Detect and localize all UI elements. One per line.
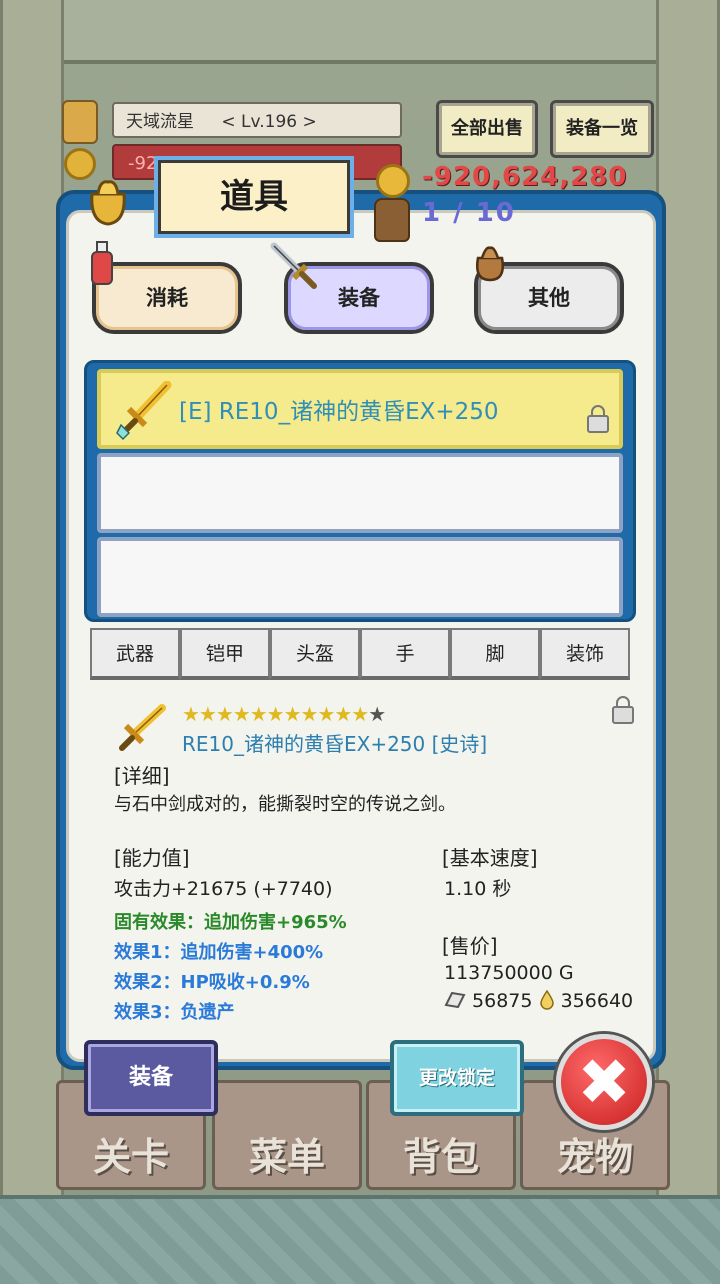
- speed-header: [基本速度]: [442, 846, 538, 870]
- nav-menu-label: 菜单: [248, 1135, 325, 1179]
- pouch-icon: [476, 246, 504, 282]
- detail-lock-icon: [612, 696, 634, 724]
- list-item[interactable]: [E] RE10_诸神的黄昏EX+250: [97, 369, 623, 449]
- player-level: < Lv.196 >: [221, 112, 317, 132]
- subtab-accessory[interactable]: 装饰: [540, 628, 630, 680]
- detail-header: [详细]: [114, 764, 170, 788]
- drop-amount: 356640: [560, 990, 634, 1012]
- player-name: 天域流星: [126, 112, 194, 132]
- background-floor: [0, 1195, 720, 1284]
- player-avatar: [62, 100, 98, 144]
- potion-icon: [91, 241, 113, 285]
- base-speed: 1.10 秒: [444, 878, 512, 900]
- list-item-empty[interactable]: [97, 453, 623, 533]
- sell-price: 113750000 G: [444, 962, 574, 984]
- player-name-bar: 天域流星 < Lv.196 >: [112, 102, 402, 138]
- material-values: 56875 356640: [444, 989, 634, 1012]
- subtab-weapon[interactable]: 武器: [90, 628, 180, 680]
- golden-sword-icon: [116, 381, 172, 441]
- background-ceiling: [0, 0, 720, 64]
- stone-icon: [444, 991, 466, 1009]
- gold-amount: -920,624,280: [422, 162, 628, 192]
- stars-empty: ★: [368, 702, 386, 726]
- stars-filled: ★★★★★★★★★★★: [182, 702, 369, 726]
- subtab-helmet[interactable]: 头盔: [270, 628, 360, 680]
- close-button[interactable]: ✖: [556, 1034, 652, 1130]
- attack-stat: 攻击力+21675 (+7740): [114, 878, 333, 900]
- list-item-empty[interactable]: [97, 537, 623, 617]
- inherent-effect: 固有效果：追加伤害+965%: [114, 912, 347, 933]
- ability-header: [能力值]: [114, 846, 190, 870]
- nav-backpack-label: 背包: [402, 1135, 479, 1179]
- background-pillar-left: [0, 0, 64, 1200]
- equipment-subtabs: 武器 铠甲 头盔 手 脚 装饰: [90, 628, 630, 682]
- inventory-capacity: 1 / 10: [422, 198, 516, 228]
- sword-icon: [270, 242, 317, 289]
- close-icon: ✖: [577, 1046, 631, 1120]
- effect-2: 效果2：HP吸收+0.9%: [114, 972, 310, 993]
- sell-all-button[interactable]: 全部出售: [436, 100, 538, 158]
- subtab-feet[interactable]: 脚: [450, 628, 540, 680]
- effect-1: 效果1：追加伤害+400%: [114, 942, 324, 963]
- tab-consumables-label: 消耗: [146, 286, 188, 310]
- subtab-armor[interactable]: 铠甲: [180, 628, 270, 680]
- tab-equipment-label: 装备: [338, 286, 380, 310]
- item-list: [E] RE10_诸神的黄昏EX+250: [84, 360, 636, 622]
- stone-amount: 56875: [472, 990, 533, 1012]
- nav-stage-label: 关卡: [92, 1135, 169, 1179]
- gold-coin-icon: [376, 164, 410, 198]
- item-name: RE10_诸神的黄昏EX+250 [史诗]: [182, 732, 488, 756]
- backpack-icon: [374, 198, 410, 242]
- lock-icon: [587, 405, 609, 433]
- equip-list-button[interactable]: 装备一览: [550, 100, 654, 158]
- list-item-label: [E] RE10_诸神的黄昏EX+250: [179, 399, 499, 425]
- panel-title: 道具: [158, 160, 350, 234]
- drop-icon: [539, 989, 554, 1010]
- bag-icon: [90, 180, 126, 226]
- nav-pet-label: 宠物: [556, 1135, 633, 1179]
- nav-menu[interactable]: 菜单: [212, 1080, 362, 1190]
- price-header: [售价]: [442, 934, 498, 958]
- detail-sword-icon: [119, 704, 166, 751]
- rarity-stars: ★★★★★★★★★★★★: [182, 702, 386, 726]
- effect-3: 效果3：负遗产: [114, 1002, 235, 1023]
- item-description: 与石中剑成对的，能撕裂时空的传说之剑。: [114, 794, 456, 815]
- tab-other-label: 其他: [528, 286, 570, 310]
- subtab-hands[interactable]: 手: [360, 628, 450, 680]
- change-lock-button[interactable]: 更改锁定: [390, 1040, 524, 1116]
- equip-button[interactable]: 装备: [84, 1040, 218, 1116]
